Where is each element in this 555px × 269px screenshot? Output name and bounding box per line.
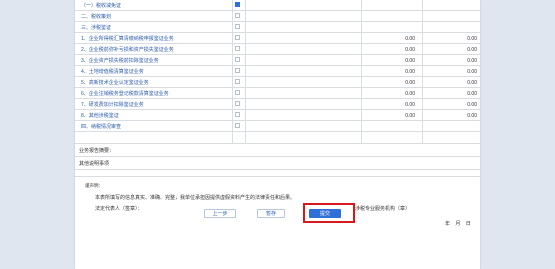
row-label: 四、纳税情况审查	[81, 124, 122, 130]
row-label: 2、企业税前弥补亏损和资产损失鉴证业务	[81, 47, 174, 53]
agency-seal-label: 涉税专业服务机构（章）	[355, 206, 411, 212]
table-divider	[245, 0, 246, 143]
declaration-box: 谨声明： 本表所填写的信息真实、准确、完整，我单位承担因提供虚假资料产生的法律责…	[75, 176, 480, 233]
row-checkbox[interactable]	[235, 68, 240, 73]
date-label: 年 月 日	[445, 221, 473, 227]
divider	[75, 156, 480, 157]
divider	[75, 143, 480, 144]
divider	[75, 169, 480, 170]
row-value-2: 0.00	[467, 102, 477, 108]
row-label: 3、企业资产损失税前扣除鉴证业务	[81, 58, 159, 64]
table-row: 二、税收策划	[75, 11, 480, 22]
row-label: 5、高新技术企业认定鉴证业务	[81, 80, 149, 86]
row-label: （一）税收减免证	[81, 3, 122, 9]
row-checkbox[interactable]	[235, 112, 240, 117]
table-row: 6、企业注销税务登记税款清算鉴证业务 0.00 0.00	[75, 88, 480, 99]
row-value-1: 0.00	[405, 36, 415, 42]
previous-step-button[interactable]: 上一步	[204, 209, 236, 218]
table-row: 8、其他涉税鉴证 0.00 0.00	[75, 110, 480, 121]
row-value-1: 0.00	[405, 58, 415, 64]
row-value-2: 0.00	[467, 36, 477, 42]
row-label: 1、企业所得税汇算清缴纳税申报鉴证业务	[81, 36, 174, 42]
form-sheet: （一）税收减免证 二、税收策划 三、涉税鉴证 1、企业所得税汇算清缴纳税申报鉴证业务 0…	[75, 0, 480, 269]
table-divider	[232, 0, 233, 143]
row-checkbox[interactable]	[235, 2, 240, 7]
save-draft-button[interactable]: 暂存	[257, 209, 285, 218]
row-checkbox[interactable]	[235, 35, 240, 40]
row-value-2: 0.00	[467, 80, 477, 86]
row-value-1: 0.00	[405, 102, 415, 108]
declaration-title: 谨声明：	[85, 183, 103, 188]
row-value-2: 0.00	[467, 113, 477, 119]
row-label: 4、土地增值税清算鉴证业务	[81, 69, 144, 75]
row-checkbox[interactable]	[235, 123, 240, 128]
table-divider	[422, 0, 423, 143]
row-label: 7、研发费加计扣除鉴证业务	[81, 102, 144, 108]
row-label: 6、企业注销税务登记税款清算鉴证业务	[81, 91, 169, 97]
row-label: 8、其他涉税鉴证	[81, 113, 119, 119]
row-value-2: 0.00	[467, 47, 477, 53]
row-value-1: 0.00	[405, 91, 415, 97]
row-value-1: 0.00	[405, 69, 415, 75]
table-row: 3、企业资产损失税前扣除鉴证业务 0.00 0.00	[75, 55, 480, 66]
service-table: （一）税收减免证 二、税收策划 三、涉税鉴证 1、企业所得税汇算清缴纳税申报鉴证业务 0…	[75, 0, 480, 132]
table-row: 四、纳税情况审查	[75, 121, 480, 132]
row-checkbox[interactable]	[235, 24, 240, 29]
table-row: 三、涉税鉴证	[75, 22, 480, 33]
table-row: （一）税收减免证	[75, 0, 480, 11]
submit-highlight-box	[303, 203, 355, 223]
row-checkbox[interactable]	[235, 90, 240, 95]
row-label: 三、涉税鉴证	[81, 25, 112, 31]
table-divider	[361, 0, 362, 143]
row-value-1: 0.00	[405, 80, 415, 86]
row-value-2: 0.00	[467, 91, 477, 97]
remarks-label: 其他说明事项	[79, 161, 110, 167]
table-row: 2、企业税前弥补亏损和资产损失鉴证业务 0.00 0.00	[75, 44, 480, 55]
row-checkbox[interactable]	[235, 79, 240, 84]
row-checkbox[interactable]	[235, 101, 240, 106]
row-checkbox[interactable]	[235, 57, 240, 62]
business-report-label: 业务报告摘要：	[79, 148, 115, 154]
row-value-1: 0.00	[405, 113, 415, 119]
table-row: 5、高新技术企业认定鉴证业务 0.00 0.00	[75, 77, 480, 88]
declaration-body: 本表所填写的信息真实、准确、完整，我单位承担因提供虚假资料产生的法律责任和后果。	[95, 195, 296, 201]
row-value-1: 0.00	[405, 47, 415, 53]
table-row: 4、土地增值税清算鉴证业务 0.00 0.00	[75, 66, 480, 77]
legal-representative-label: 法定代表人（签章）：	[95, 206, 143, 212]
row-label: 二、税收策划	[81, 14, 112, 20]
row-value-2: 0.00	[467, 69, 477, 75]
row-value-2: 0.00	[467, 58, 477, 64]
row-checkbox[interactable]	[235, 13, 240, 18]
row-checkbox[interactable]	[235, 46, 240, 51]
table-row: 7、研发费加计扣除鉴证业务 0.00 0.00	[75, 99, 480, 110]
table-row: 1、企业所得税汇算清缴纳税申报鉴证业务 0.00 0.00	[75, 33, 480, 44]
